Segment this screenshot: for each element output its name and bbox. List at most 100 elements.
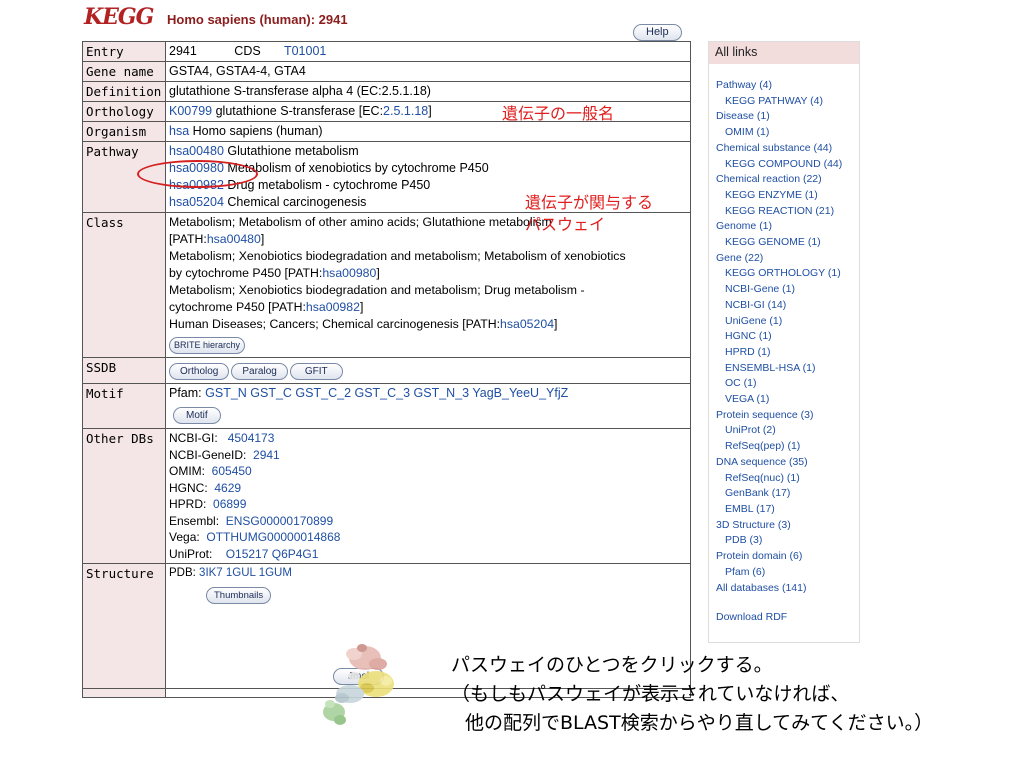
class-path-link[interactable]: hsa00980 — [322, 266, 376, 280]
sidebar-link[interactable]: Chemical reaction (22) — [716, 172, 859, 188]
sidebar-link[interactable]: KEGG ENZYME (1) — [716, 188, 859, 204]
paralog-button[interactable]: Paralog — [231, 363, 288, 380]
class-line: [PATH:hsa00480] — [169, 232, 265, 246]
sidebar-link[interactable]: Pfam (6) — [716, 565, 859, 581]
db-link[interactable]: 4504173 — [228, 431, 275, 445]
orthology-close: ] — [428, 104, 432, 118]
pathway-item: hsa00480 Glutathione metabolism — [169, 143, 687, 160]
row-label: Other DBs — [82, 428, 166, 564]
instruction-line1: パスウェイのひとつをクリックする。 — [451, 654, 773, 676]
db-link[interactable]: ENSG00000170899 — [226, 514, 333, 528]
sidebar-link[interactable]: Disease (1) — [716, 109, 859, 125]
gene-name-row: Gene name GSTA4, GSTA4-4, GTA4 — [82, 61, 691, 82]
sidebar-link[interactable]: KEGG ORTHOLOGY (1) — [716, 266, 859, 282]
entry-id: 2941 — [169, 44, 197, 58]
protein-structure-image[interactable] — [320, 636, 410, 741]
class-path-link[interactable]: hsa00480 — [207, 232, 261, 246]
entry-type: CDS — [234, 44, 261, 58]
sidebar-link[interactable]: Genome (1) — [716, 219, 859, 235]
structure-prefix: PDB: — [169, 567, 196, 579]
sidebar-link[interactable]: RefSeq(pep) (1) — [716, 439, 859, 455]
row-label: Motif — [82, 383, 166, 429]
highlight-ellipse — [137, 160, 258, 188]
entry-table: Entry 2941 CDS T01001 Gene name GSTA4, G… — [82, 41, 691, 698]
sidebar-link[interactable]: OC (1) — [716, 376, 859, 392]
class-path-link[interactable]: hsa00982 — [306, 300, 360, 314]
sidebar-link[interactable]: HGNC (1) — [716, 329, 859, 345]
sidebar-link[interactable]: KEGG GENOME (1) — [716, 235, 859, 251]
class-line: by cytochrome P450 [PATH:hsa00980] — [169, 266, 380, 280]
db-link[interactable]: OTTHUMG00000014868 — [206, 530, 340, 544]
sidebar-link[interactable]: RefSeq(nuc) (1) — [716, 471, 859, 487]
brite-hierarchy-button[interactable]: BRITE hierarchy — [169, 337, 246, 354]
sidebar-link[interactable]: KEGG PATHWAY (4) — [716, 94, 859, 110]
definition-value: glutathione S-transferase alpha 4 (EC:2.… — [165, 81, 691, 102]
sidebar-link[interactable]: Pathway (4) — [716, 78, 859, 94]
other-dbs-row: Other DBs NCBI-GI: 4504173 NCBI-GeneID: … — [82, 428, 691, 564]
sidebar-link[interactable]: Chemical substance (44) — [716, 141, 859, 157]
pathway-link[interactable]: hsa05204 — [169, 195, 224, 209]
class-line: Metabolism; Xenobiotics biodegradation a… — [169, 249, 626, 263]
pathway-annotation-line1: 遺伝子が関与する — [525, 193, 654, 212]
ko-link[interactable]: K00799 — [169, 104, 212, 118]
motif-prefix: Pfam: — [169, 386, 202, 400]
ec-link[interactable]: 2.5.1.18 — [383, 104, 428, 118]
db-item: HGNC: 4629 — [169, 480, 242, 495]
class-line: Human Diseases; Cancers; Chemical carcin… — [169, 317, 558, 331]
db-item: Vega: OTTHUMG00000014868 — [169, 530, 341, 544]
class-line: Metabolism; Xenobiotics biodegradation a… — [169, 283, 585, 297]
organism-link[interactable]: hsa — [169, 124, 189, 138]
entry-row: Entry 2941 CDS T01001 — [82, 41, 691, 62]
sidebar-link[interactable]: KEGG REACTION (21) — [716, 204, 859, 220]
instruction-line2: （もしもパスウェイが表示されていなければ、 — [451, 683, 850, 705]
pfam-links[interactable]: GST_N GST_C GST_C_2 GST_C_3 GST_N_3 YagB… — [205, 386, 568, 400]
sidebar-link[interactable]: Protein domain (6) — [716, 549, 859, 565]
motif-button[interactable]: Motif — [173, 407, 221, 424]
sidebar-link[interactable]: DNA sequence (35) — [716, 455, 859, 471]
db-item: Ensembl: ENSG00000170899 — [169, 513, 334, 528]
all-links-list: Pathway (4) KEGG PATHWAY (4) Disease (1) OM… — [709, 64, 859, 626]
sidebar-link[interactable]: Gene (22) — [716, 251, 859, 267]
sidebar-link[interactable]: GenBank (17) — [716, 486, 859, 502]
row-label: Orthology — [82, 101, 166, 122]
row-label: Structure — [82, 563, 166, 689]
sidebar-link[interactable]: NCBI-GI (14) — [716, 298, 859, 314]
db-item: HPRD: 06899 — [169, 497, 247, 511]
gfit-button[interactable]: GFIT — [289, 363, 343, 380]
sidebar-link[interactable]: VEGA (1) — [716, 392, 859, 408]
sidebar-link[interactable]: UniGene (1) — [716, 314, 859, 330]
db-link[interactable]: O15217 Q6P4G1 — [226, 547, 319, 561]
sidebar-link[interactable]: All databases (141) — [716, 581, 859, 597]
sidebar-link[interactable]: 3D Structure (3) — [716, 518, 859, 534]
sidebar-link[interactable]: HPRD (1) — [716, 345, 859, 361]
organism-code-link[interactable]: T01001 — [284, 44, 326, 58]
sidebar-link[interactable]: EMBL (17) — [716, 502, 859, 518]
sidebar-link[interactable]: ENSEMBL-HSA (1) — [716, 361, 859, 377]
ortholog-button[interactable]: Ortholog — [169, 363, 230, 380]
sidebar-link[interactable]: KEGG COMPOUND (44) — [716, 157, 859, 173]
db-link[interactable]: 06899 — [213, 497, 246, 511]
download-rdf-link[interactable]: Download RDF — [716, 610, 859, 626]
row-label: Definition — [82, 81, 166, 102]
thumbnails-button[interactable]: Thumbnails — [206, 587, 272, 604]
row-label: Gene name — [82, 61, 166, 82]
pathway-link[interactable]: hsa00480 — [169, 144, 224, 158]
help-button[interactable]: Help — [633, 24, 682, 41]
kegg-logo[interactable]: KEGG — [84, 4, 154, 30]
class-line: cytochrome P450 [PATH:hsa00982] — [169, 300, 364, 314]
db-link[interactable]: 4629 — [214, 481, 241, 495]
sidebar-link[interactable]: UniProt (2) — [716, 423, 859, 439]
sidebar-link[interactable]: OMIM (1) — [716, 125, 859, 141]
class-line: Metabolism; Metabolism of other amino ac… — [169, 215, 552, 229]
page-title: Homo sapiens (human): 2941 — [167, 12, 348, 27]
pdb-links[interactable]: 3IK7 1GUL 1GUM — [199, 567, 292, 579]
db-link[interactable]: 605450 — [212, 464, 252, 478]
sidebar-link[interactable]: NCBI-Gene (1) — [716, 282, 859, 298]
ssdb-row: SSDB Ortholog Paralog GFIT — [82, 357, 691, 384]
class-path-link[interactable]: hsa05204 — [500, 317, 554, 331]
row-label: SSDB — [82, 357, 166, 384]
row-label: Class — [82, 212, 166, 358]
sidebar-link[interactable]: PDB (3) — [716, 533, 859, 549]
sidebar-link[interactable]: Protein sequence (3) — [716, 408, 859, 424]
db-link[interactable]: 2941 — [253, 448, 280, 462]
